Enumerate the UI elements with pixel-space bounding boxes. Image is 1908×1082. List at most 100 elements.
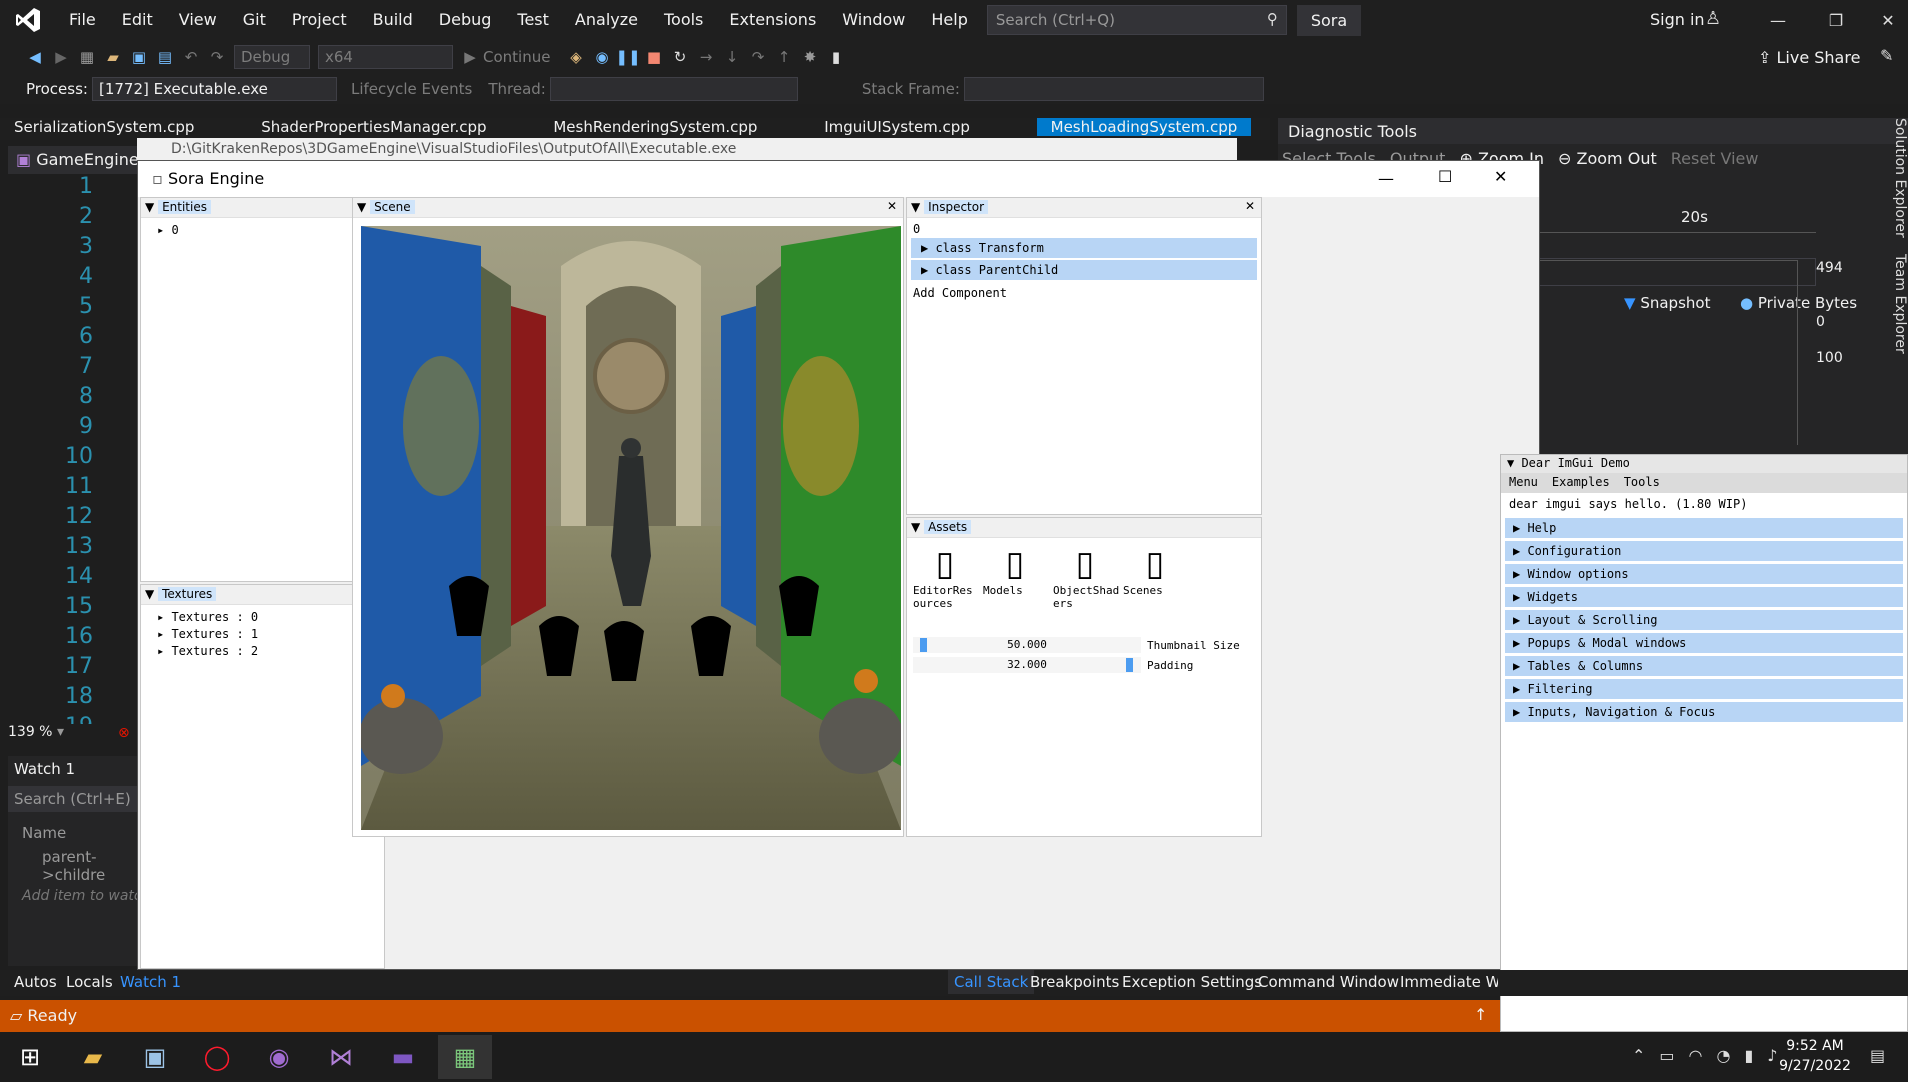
- collapse-arrow-icon[interactable]: ▼: [145, 587, 154, 601]
- forward-icon[interactable]: ▶: [48, 45, 74, 69]
- collapse-arrow-icon[interactable]: ▼: [911, 200, 920, 214]
- entity-item[interactable]: ▸ 0: [141, 222, 384, 239]
- menu-edit[interactable]: Edit: [109, 0, 166, 40]
- lifecycle-events-button[interactable]: Lifecycle Events: [351, 80, 472, 98]
- stop-icon[interactable]: ■: [641, 45, 667, 69]
- engine-maximize-icon[interactable]: ☐: [1438, 167, 1452, 186]
- platform-dropdown[interactable]: x64: [318, 45, 453, 69]
- menu-project[interactable]: Project: [279, 0, 360, 40]
- tab-serialization[interactable]: SerializationSystem.cpp: [14, 118, 194, 136]
- imgui-section[interactable]: ▶ Widgets: [1505, 587, 1903, 607]
- feedback-icon[interactable]: ✎: [1880, 46, 1893, 65]
- visual-studio-taskbar-icon[interactable]: ⋈: [314, 1035, 368, 1079]
- menu-test[interactable]: Test: [504, 0, 562, 40]
- imgui-section[interactable]: ▶ Popups & Modal windows: [1505, 633, 1903, 653]
- thumbnail-size-slider[interactable]: 50.000: [913, 637, 1141, 653]
- imgui-section[interactable]: ▶ Filtering: [1505, 679, 1903, 699]
- pause-icon[interactable]: ❚❚: [615, 45, 641, 69]
- imgui-section[interactable]: ▶ Configuration: [1505, 541, 1903, 561]
- tab-mesh-loading[interactable]: MeshLoadingSystem.cpp: [1036, 118, 1252, 136]
- imgui-menu-item[interactable]: Examples: [1552, 475, 1610, 491]
- back-icon[interactable]: ◀: [22, 45, 48, 69]
- solution-explorer-tab[interactable]: Solution Explorer: [1892, 118, 1908, 238]
- undo-icon[interactable]: ↶: [178, 45, 204, 69]
- meet-now-icon[interactable]: ▭: [1659, 1046, 1674, 1065]
- battery-icon[interactable]: ▮: [1744, 1046, 1753, 1065]
- slider-grab[interactable]: [920, 638, 927, 652]
- texture-item[interactable]: ▸ Textures : 2: [141, 643, 384, 660]
- windows-start-icon[interactable]: ⊞: [3, 1035, 57, 1079]
- process-dropdown[interactable]: [1772] Executable.exe: [91, 77, 337, 101]
- network-icon[interactable]: ◠: [1689, 1046, 1703, 1065]
- menu-file[interactable]: File: [56, 0, 109, 40]
- step-over-icon[interactable]: ↷: [745, 45, 771, 69]
- engine-minimize-icon[interactable]: —: [1378, 169, 1394, 188]
- padding-slider[interactable]: 32.000: [913, 657, 1141, 673]
- tab-autos[interactable]: Autos: [14, 973, 57, 991]
- asset-folder[interactable]: ▯ ObjectShad ers: [1053, 544, 1119, 610]
- restart-icon[interactable]: ↻: [667, 45, 693, 69]
- texture-item[interactable]: ▸ Textures : 0: [141, 609, 384, 626]
- menu-view[interactable]: View: [166, 0, 230, 40]
- reset-view-button[interactable]: Reset View: [1671, 149, 1759, 174]
- menu-build[interactable]: Build: [360, 0, 426, 40]
- menu-analyze[interactable]: Analyze: [562, 0, 651, 40]
- new-project-icon[interactable]: ▦: [74, 45, 100, 69]
- remote-desktop-icon[interactable]: ▣: [128, 1035, 182, 1079]
- imgui-section[interactable]: ▶ Window options: [1505, 564, 1903, 584]
- tab-breakpoints[interactable]: Breakpoints: [1030, 973, 1119, 991]
- close-icon[interactable]: ✕: [1860, 0, 1908, 40]
- slider-grab[interactable]: [1126, 658, 1133, 672]
- scene-viewport[interactable]: [361, 226, 901, 830]
- zoom-out-button[interactable]: ⊖ Zoom Out: [1558, 149, 1657, 174]
- taskbar-clock[interactable]: 9:52 AM 9/27/2022: [1770, 1038, 1860, 1074]
- collapse-arrow-icon[interactable]: ▼: [357, 200, 366, 214]
- collapse-arrow-icon[interactable]: ▼: [911, 520, 920, 534]
- search-input[interactable]: Search (Ctrl+Q) ⚲: [986, 5, 1287, 35]
- imgui-menu-item[interactable]: Menu: [1509, 475, 1538, 491]
- imgui-demo-title[interactable]: ▼ Dear ImGui Demo: [1501, 455, 1907, 473]
- asset-folder[interactable]: ▯ Scenes: [1123, 544, 1187, 597]
- open-file-icon[interactable]: ▰: [100, 45, 126, 69]
- tab-shader-properties[interactable]: ShaderPropertiesManager.cpp: [261, 118, 486, 136]
- menu-tools[interactable]: Tools: [651, 0, 716, 40]
- tab-mesh-rendering[interactable]: MeshRenderingSystem.cpp: [553, 118, 757, 136]
- save-all-icon[interactable]: ▤: [152, 45, 178, 69]
- tab-call-stack[interactable]: Call Stack: [948, 970, 1035, 994]
- menu-debug[interactable]: Debug: [426, 0, 505, 40]
- hot-reload-icon[interactable]: ✸: [797, 45, 823, 69]
- collapse-arrow-icon[interactable]: ▼: [145, 200, 154, 214]
- opera-browser-icon[interactable]: ◯: [190, 1035, 244, 1079]
- thread-dropdown[interactable]: [549, 77, 798, 101]
- process-icon[interactable]: ◈: [563, 45, 589, 69]
- menu-extensions[interactable]: Extensions: [716, 0, 829, 40]
- menu-git[interactable]: Git: [230, 0, 279, 40]
- menu-help[interactable]: Help: [918, 0, 980, 40]
- screenshot-icon[interactable]: ◉: [589, 45, 615, 69]
- wifi-icon[interactable]: ◔: [1717, 1046, 1731, 1065]
- component-header-transform[interactable]: ▶ class Transform: [911, 238, 1257, 258]
- account-icon[interactable]: ♙: [1705, 8, 1721, 29]
- visual-studio-logo-icon[interactable]: [10, 5, 46, 35]
- notifications-icon[interactable]: ▤: [1870, 1046, 1885, 1065]
- sora-engine-taskbar-icon[interactable]: ▦: [438, 1035, 492, 1079]
- close-icon[interactable]: ✕: [887, 199, 897, 213]
- tab-exception-settings[interactable]: Exception Settings: [1122, 973, 1262, 991]
- terminal-icon[interactable]: ▬: [376, 1035, 430, 1079]
- continue-button[interactable]: Continue: [483, 48, 563, 66]
- redo-icon[interactable]: ↷: [204, 45, 230, 69]
- show-next-icon[interactable]: →: [693, 45, 719, 69]
- file-explorer-icon[interactable]: ▰: [66, 1035, 120, 1079]
- tab-command-window[interactable]: Command Window: [1258, 973, 1399, 991]
- bookmark-icon[interactable]: ▮: [823, 45, 849, 69]
- stack-frame-dropdown[interactable]: [963, 77, 1264, 101]
- minimize-icon[interactable]: —: [1750, 0, 1806, 40]
- team-explorer-tab[interactable]: Team Explorer: [1892, 254, 1908, 354]
- live-share-button[interactable]: ⇪ Live Share: [1758, 48, 1860, 67]
- asset-folder[interactable]: ▯ EditorRes ources: [913, 544, 977, 610]
- imgui-menu-item[interactable]: Tools: [1624, 475, 1660, 491]
- close-icon[interactable]: ✕: [1245, 199, 1255, 213]
- asset-folder[interactable]: ▯ Models: [983, 544, 1047, 597]
- imgui-section[interactable]: ▶ Help: [1505, 518, 1903, 538]
- tab-immediate-window[interactable]: Immediate Wi: [1400, 973, 1498, 991]
